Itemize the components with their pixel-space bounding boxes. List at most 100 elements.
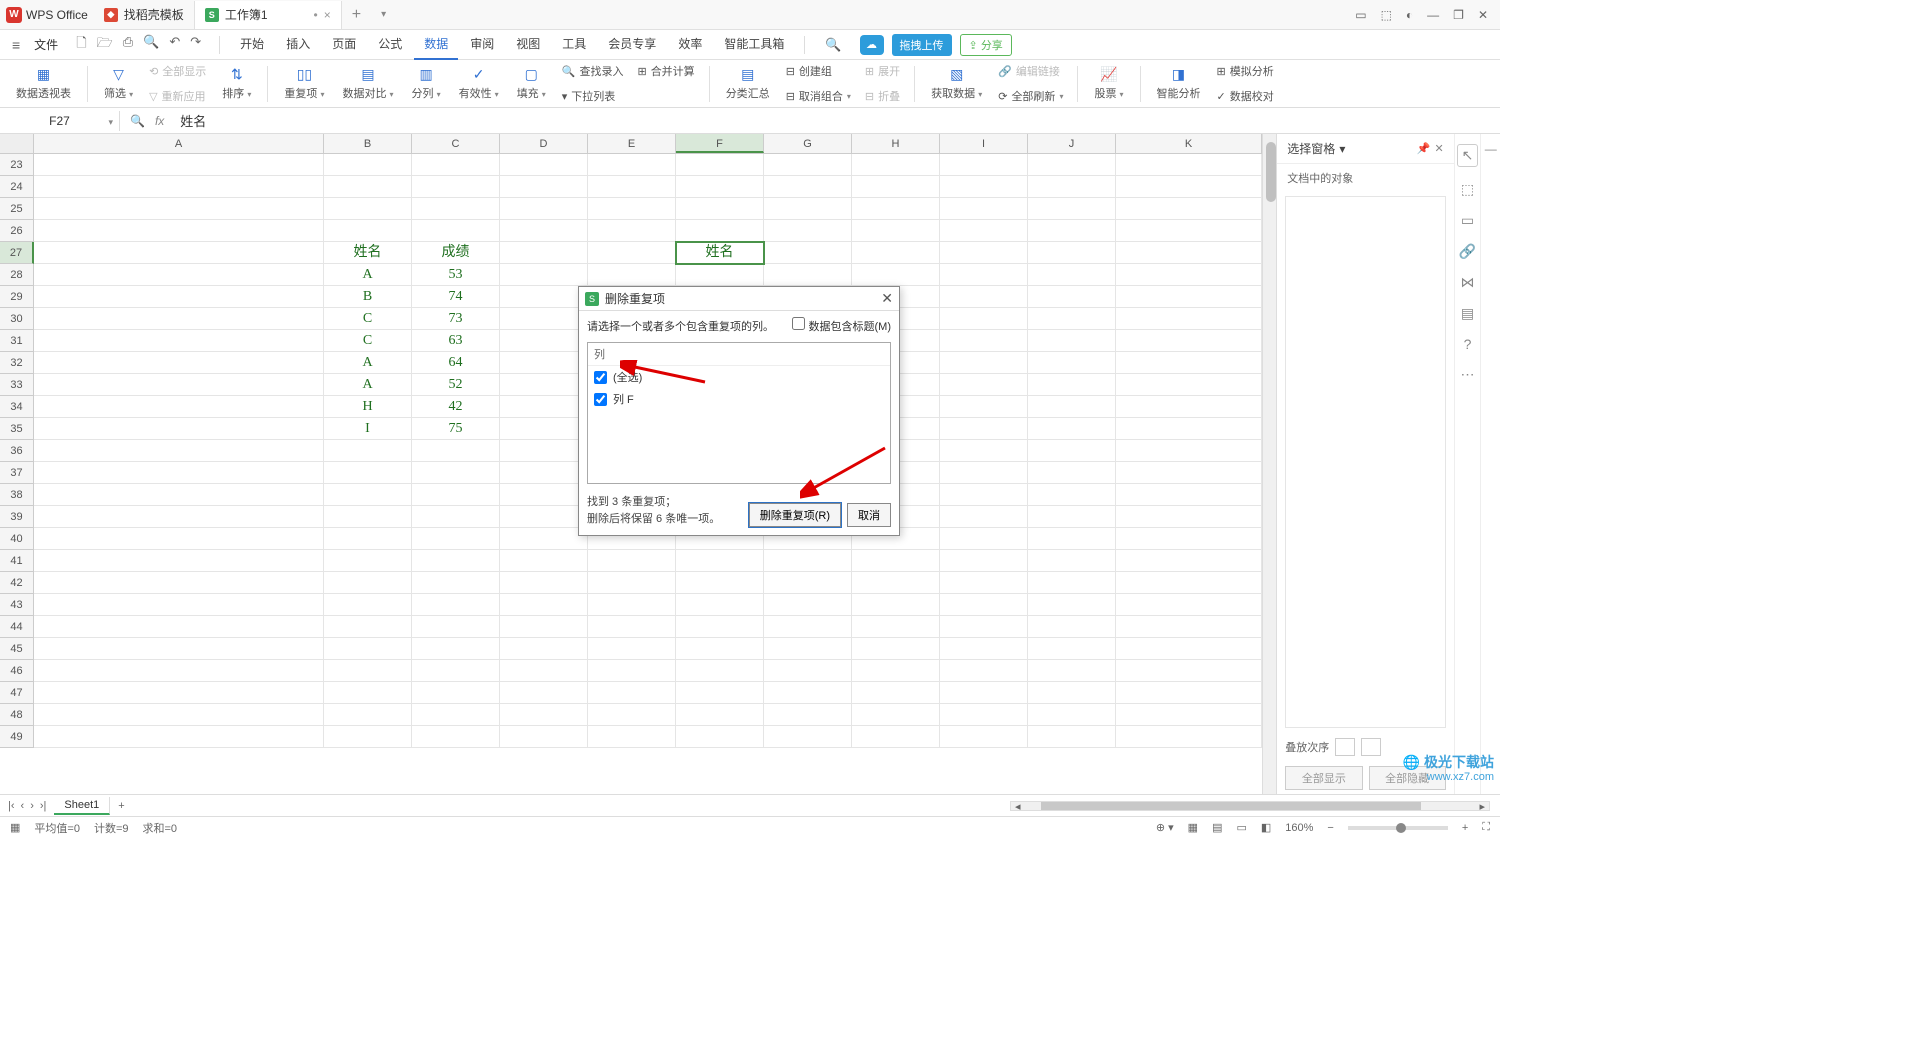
cell[interactable] bbox=[588, 220, 676, 242]
cell[interactable] bbox=[34, 308, 324, 330]
cell[interactable] bbox=[1116, 638, 1262, 660]
row-header[interactable]: 48 bbox=[0, 704, 34, 726]
cell[interactable] bbox=[764, 572, 852, 594]
cell[interactable] bbox=[852, 638, 940, 660]
cell[interactable] bbox=[940, 572, 1028, 594]
pane-dropdown-icon[interactable]: ▾ bbox=[1339, 142, 1345, 156]
cell[interactable] bbox=[940, 176, 1028, 198]
link-icon[interactable]: 🔗 bbox=[1459, 243, 1476, 260]
cell[interactable] bbox=[34, 462, 324, 484]
ribbon-sort[interactable]: ⇅排序 ▾ bbox=[216, 66, 257, 101]
col-header-E[interactable]: E bbox=[588, 134, 676, 153]
cell[interactable] bbox=[1116, 154, 1262, 176]
cell[interactable] bbox=[676, 176, 764, 198]
ribbon-collapse[interactable]: ⊟ 折叠 bbox=[865, 85, 900, 107]
cell[interactable] bbox=[412, 506, 500, 528]
cloud-sync-icon[interactable]: ☁ bbox=[860, 35, 884, 55]
cell[interactable] bbox=[412, 440, 500, 462]
cell[interactable]: A bbox=[324, 374, 412, 396]
col-header-I[interactable]: I bbox=[940, 134, 1028, 153]
cell[interactable] bbox=[412, 176, 500, 198]
cell[interactable] bbox=[1116, 242, 1262, 264]
cell[interactable] bbox=[676, 726, 764, 748]
cell[interactable] bbox=[1028, 506, 1116, 528]
cell[interactable] bbox=[500, 594, 588, 616]
cell[interactable] bbox=[1116, 176, 1262, 198]
ribbon-ungroup[interactable]: ⊟ 取消组合 ▾ bbox=[786, 85, 851, 107]
cell[interactable] bbox=[500, 330, 588, 352]
cell[interactable]: 64 bbox=[412, 352, 500, 374]
menu-tab-效率[interactable]: 效率 bbox=[668, 29, 712, 60]
cell[interactable] bbox=[34, 682, 324, 704]
menu-tab-页面[interactable]: 页面 bbox=[322, 29, 366, 60]
cell[interactable] bbox=[940, 220, 1028, 242]
cell[interactable] bbox=[412, 682, 500, 704]
cell[interactable] bbox=[940, 484, 1028, 506]
user-avatar-icon[interactable]: ◐ bbox=[1406, 8, 1413, 22]
cell[interactable] bbox=[500, 374, 588, 396]
cell[interactable] bbox=[940, 726, 1028, 748]
cell[interactable] bbox=[500, 198, 588, 220]
cell[interactable] bbox=[324, 638, 412, 660]
cell[interactable] bbox=[500, 726, 588, 748]
fullscreen-icon[interactable]: ⛶ bbox=[1482, 821, 1490, 834]
cell[interactable] bbox=[1116, 462, 1262, 484]
sheet-prev-icon[interactable]: ‹ bbox=[21, 800, 25, 812]
ribbon-consolidate[interactable]: ⊞ 合并计算 bbox=[637, 60, 694, 82]
cell[interactable] bbox=[34, 616, 324, 638]
cell[interactable] bbox=[940, 286, 1028, 308]
show-all-button[interactable]: 全部显示 bbox=[1285, 766, 1362, 790]
header-checkbox[interactable]: 数据包含标题(M) bbox=[792, 317, 891, 334]
cell[interactable] bbox=[852, 220, 940, 242]
row-header[interactable]: 32 bbox=[0, 352, 34, 374]
row-header[interactable]: 24 bbox=[0, 176, 34, 198]
cell[interactable] bbox=[940, 440, 1028, 462]
cell[interactable]: B bbox=[324, 286, 412, 308]
cell[interactable] bbox=[500, 308, 588, 330]
cell[interactable] bbox=[1116, 726, 1262, 748]
cell[interactable] bbox=[676, 638, 764, 660]
row-header[interactable]: 45 bbox=[0, 638, 34, 660]
menu-tab-智能工具箱[interactable]: 智能工具箱 bbox=[714, 29, 794, 60]
remove-duplicates-button[interactable]: 删除重复项(R) bbox=[749, 503, 841, 527]
cell[interactable] bbox=[412, 704, 500, 726]
cell[interactable] bbox=[1028, 550, 1116, 572]
cell[interactable] bbox=[1028, 704, 1116, 726]
cell[interactable] bbox=[1116, 572, 1262, 594]
cell[interactable] bbox=[764, 726, 852, 748]
cell[interactable] bbox=[500, 638, 588, 660]
sheet-next-icon[interactable]: › bbox=[30, 800, 34, 812]
cell[interactable] bbox=[1028, 638, 1116, 660]
zoom-slider[interactable] bbox=[1348, 826, 1448, 830]
row-header[interactable]: 49 bbox=[0, 726, 34, 748]
cell[interactable] bbox=[852, 154, 940, 176]
ribbon-expand[interactable]: ⊞ 展开 bbox=[865, 60, 900, 82]
cell[interactable] bbox=[500, 506, 588, 528]
cell[interactable] bbox=[1028, 726, 1116, 748]
ribbon-fill[interactable]: ▢填充 ▾ bbox=[511, 66, 552, 101]
cell[interactable] bbox=[764, 616, 852, 638]
cell[interactable] bbox=[412, 638, 500, 660]
ribbon-compare[interactable]: ▤数据对比 ▾ bbox=[336, 66, 399, 101]
chart-icon[interactable]: ▭ bbox=[1461, 212, 1474, 229]
cell[interactable] bbox=[1028, 308, 1116, 330]
cell[interactable]: A bbox=[324, 264, 412, 286]
ribbon-find-entry[interactable]: 🔍 查找录入 bbox=[562, 60, 624, 82]
menu-tab-审阅[interactable]: 审阅 bbox=[460, 29, 504, 60]
upload-button[interactable]: 拖拽上传 bbox=[892, 34, 952, 56]
view-page-icon[interactable]: ▤ bbox=[1212, 821, 1222, 834]
cell[interactable]: 42 bbox=[412, 396, 500, 418]
cell[interactable] bbox=[852, 660, 940, 682]
cell[interactable]: 成绩 bbox=[412, 242, 500, 264]
cell[interactable] bbox=[764, 242, 852, 264]
cell[interactable]: 73 bbox=[412, 308, 500, 330]
cell[interactable] bbox=[500, 682, 588, 704]
cell[interactable] bbox=[34, 572, 324, 594]
cell[interactable] bbox=[500, 286, 588, 308]
cell[interactable] bbox=[34, 330, 324, 352]
cell[interactable] bbox=[34, 484, 324, 506]
row-header[interactable]: 30 bbox=[0, 308, 34, 330]
col-header-F[interactable]: F bbox=[676, 134, 764, 153]
col-header-B[interactable]: B bbox=[324, 134, 412, 153]
cell[interactable] bbox=[588, 264, 676, 286]
